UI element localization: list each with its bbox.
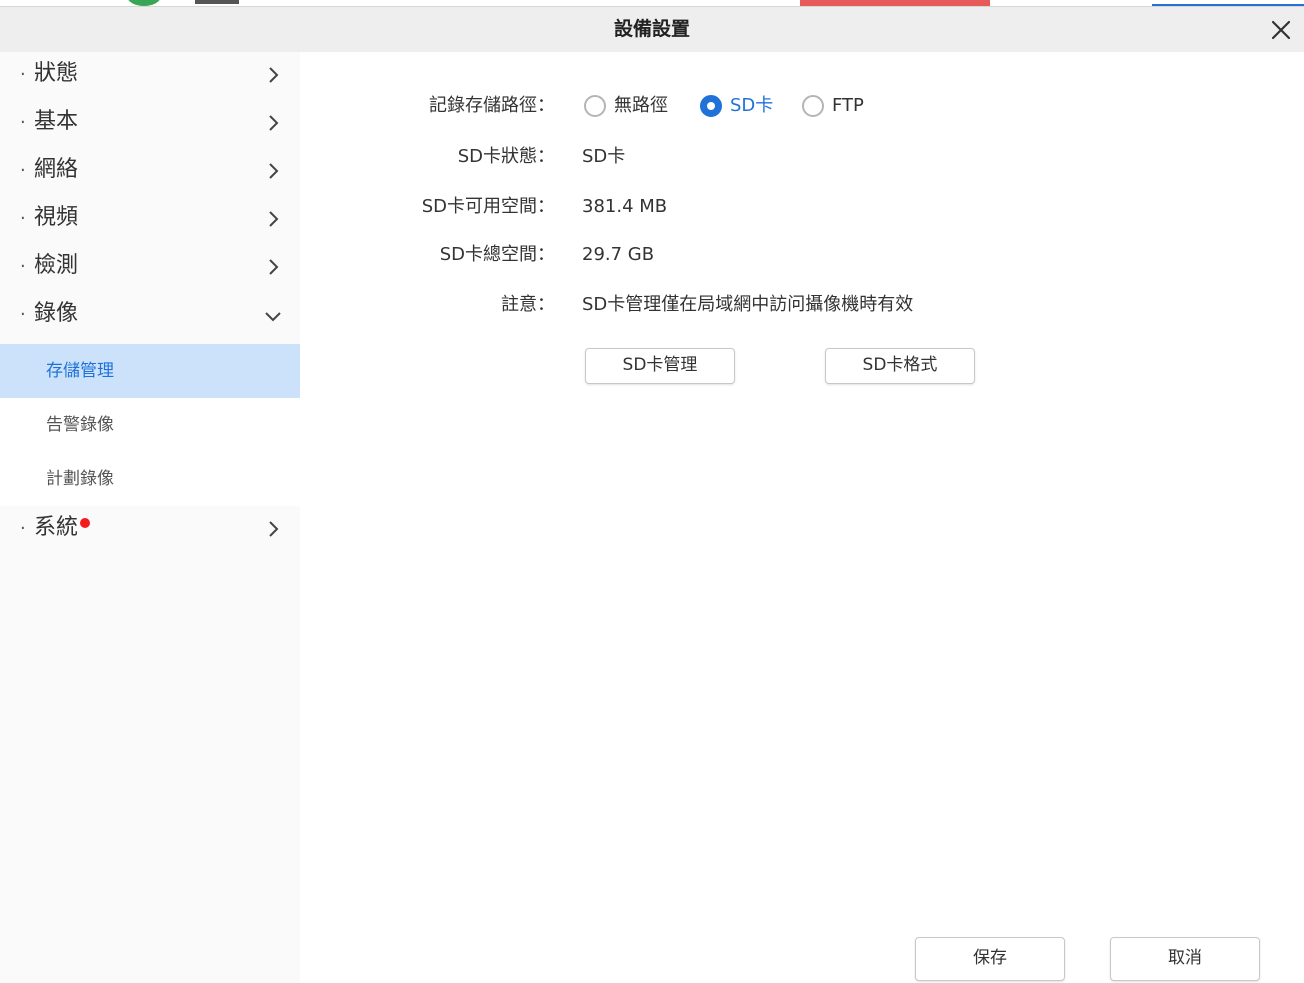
chevron-right-icon bbox=[269, 521, 279, 537]
chevron-right-icon bbox=[269, 115, 279, 131]
bullet: · bbox=[20, 304, 26, 325]
sidebar-item-basic[interactable]: · 基本 bbox=[0, 100, 300, 148]
radio-label: 無路徑 bbox=[614, 95, 668, 116]
sidebar-item-video[interactable]: · 視頻 bbox=[0, 196, 300, 244]
sidebar-item-label: 狀態 bbox=[34, 61, 79, 86]
chevron-right-icon bbox=[269, 163, 279, 179]
dialog-title: 設備設置 bbox=[613, 18, 690, 40]
sd-card-manage-button[interactable]: SD卡管理 bbox=[585, 348, 735, 384]
bullet: · bbox=[20, 112, 26, 133]
sidebar-item-system[interactable]: · 系統 bbox=[0, 506, 300, 554]
sidebar-item-detection[interactable]: · 檢測 bbox=[0, 244, 300, 292]
sd-total-space-value: 29.7 GB bbox=[582, 244, 655, 265]
recording-submenu: 存儲管理 告警錄像 計劃錄像 bbox=[0, 344, 300, 506]
save-button[interactable]: 保存 bbox=[915, 937, 1065, 981]
bullet: · bbox=[20, 518, 26, 539]
notification-badge bbox=[80, 518, 91, 528]
radio-label: FTP bbox=[832, 95, 864, 116]
sidebar-item-label: 基本 bbox=[34, 109, 79, 134]
radio-label: SD卡 bbox=[730, 95, 774, 116]
close-button[interactable] bbox=[1270, 19, 1292, 41]
sd-card-format-button[interactable]: SD卡格式 bbox=[825, 348, 975, 384]
sd-free-space-row: SD卡可用空間： 381.4 MB bbox=[300, 192, 1304, 222]
sd-total-space-row: SD卡總空間： 29.7 GB bbox=[300, 240, 1304, 270]
bullet: · bbox=[20, 208, 26, 229]
sidebar-item-status[interactable]: · 狀態 bbox=[0, 52, 300, 100]
sd-free-space-label: SD卡可用空間： bbox=[421, 196, 555, 217]
sidebar-item-label: 視頻 bbox=[34, 205, 79, 230]
note-value: SD卡管理僅在局域網中訪问攝像機時有效 bbox=[582, 294, 914, 315]
sidebar-item-recording[interactable]: · 錄像 bbox=[0, 292, 300, 340]
close-icon bbox=[1271, 20, 1291, 40]
sidebar-item-network[interactable]: · 網絡 bbox=[0, 148, 300, 196]
note-label: 註意： bbox=[501, 294, 555, 315]
radio-circle-icon bbox=[700, 95, 722, 117]
record-path-label: 記錄存儲路徑： bbox=[429, 95, 555, 116]
sd-free-space-value: 381.4 MB bbox=[582, 196, 668, 217]
chevron-down-icon bbox=[265, 312, 281, 322]
dialog-titlebar: 設備設置 bbox=[0, 6, 1304, 52]
bullet: · bbox=[20, 64, 26, 85]
sidebar-item-label: 錄像 bbox=[34, 301, 79, 326]
sd-total-space-label: SD卡總空間： bbox=[439, 244, 555, 265]
bullet: · bbox=[20, 160, 26, 181]
record-path-row: 記錄存儲路徑： 無路徑 SD卡 FTP bbox=[300, 91, 1304, 121]
sidebar-item-label: 檢測 bbox=[34, 253, 79, 278]
chevron-right-icon bbox=[269, 211, 279, 227]
sidebar-item-label: 網絡 bbox=[34, 157, 79, 182]
sd-status-row: SD卡狀態： SD卡 bbox=[300, 142, 1304, 172]
sidebar-item-label: 系統 bbox=[34, 515, 79, 540]
cancel-button[interactable]: 取消 bbox=[1110, 937, 1260, 981]
chevron-right-icon bbox=[269, 259, 279, 275]
settings-sidebar: · 狀態 · 基本 · 網絡 · 視頻 · 檢測 · 錄像 存儲管理 告警錄像 計劃錄像 ·… bbox=[0, 52, 300, 983]
storage-management-panel: 記錄存儲路徑： 無路徑 SD卡 FTP SD卡狀態： SD卡 SD卡可用空間： … bbox=[300, 52, 1304, 983]
sidebar-subitem-schedule-recording[interactable]: 計劃錄像 bbox=[0, 452, 300, 506]
sidebar-subitem-storage-management[interactable]: 存儲管理 bbox=[0, 344, 300, 398]
note-row: 註意： SD卡管理僅在局域網中訪问攝像機時有效 bbox=[300, 290, 1304, 320]
radio-circle-icon bbox=[802, 95, 824, 117]
background-app-text bbox=[195, 0, 239, 4]
sidebar-subitem-alarm-recording[interactable]: 告警錄像 bbox=[0, 398, 300, 452]
chevron-right-icon bbox=[269, 67, 279, 83]
sd-status-label: SD卡狀態： bbox=[457, 146, 555, 167]
bullet: · bbox=[20, 256, 26, 277]
radio-circle-icon bbox=[584, 95, 606, 117]
sd-status-value: SD卡 bbox=[582, 146, 626, 167]
